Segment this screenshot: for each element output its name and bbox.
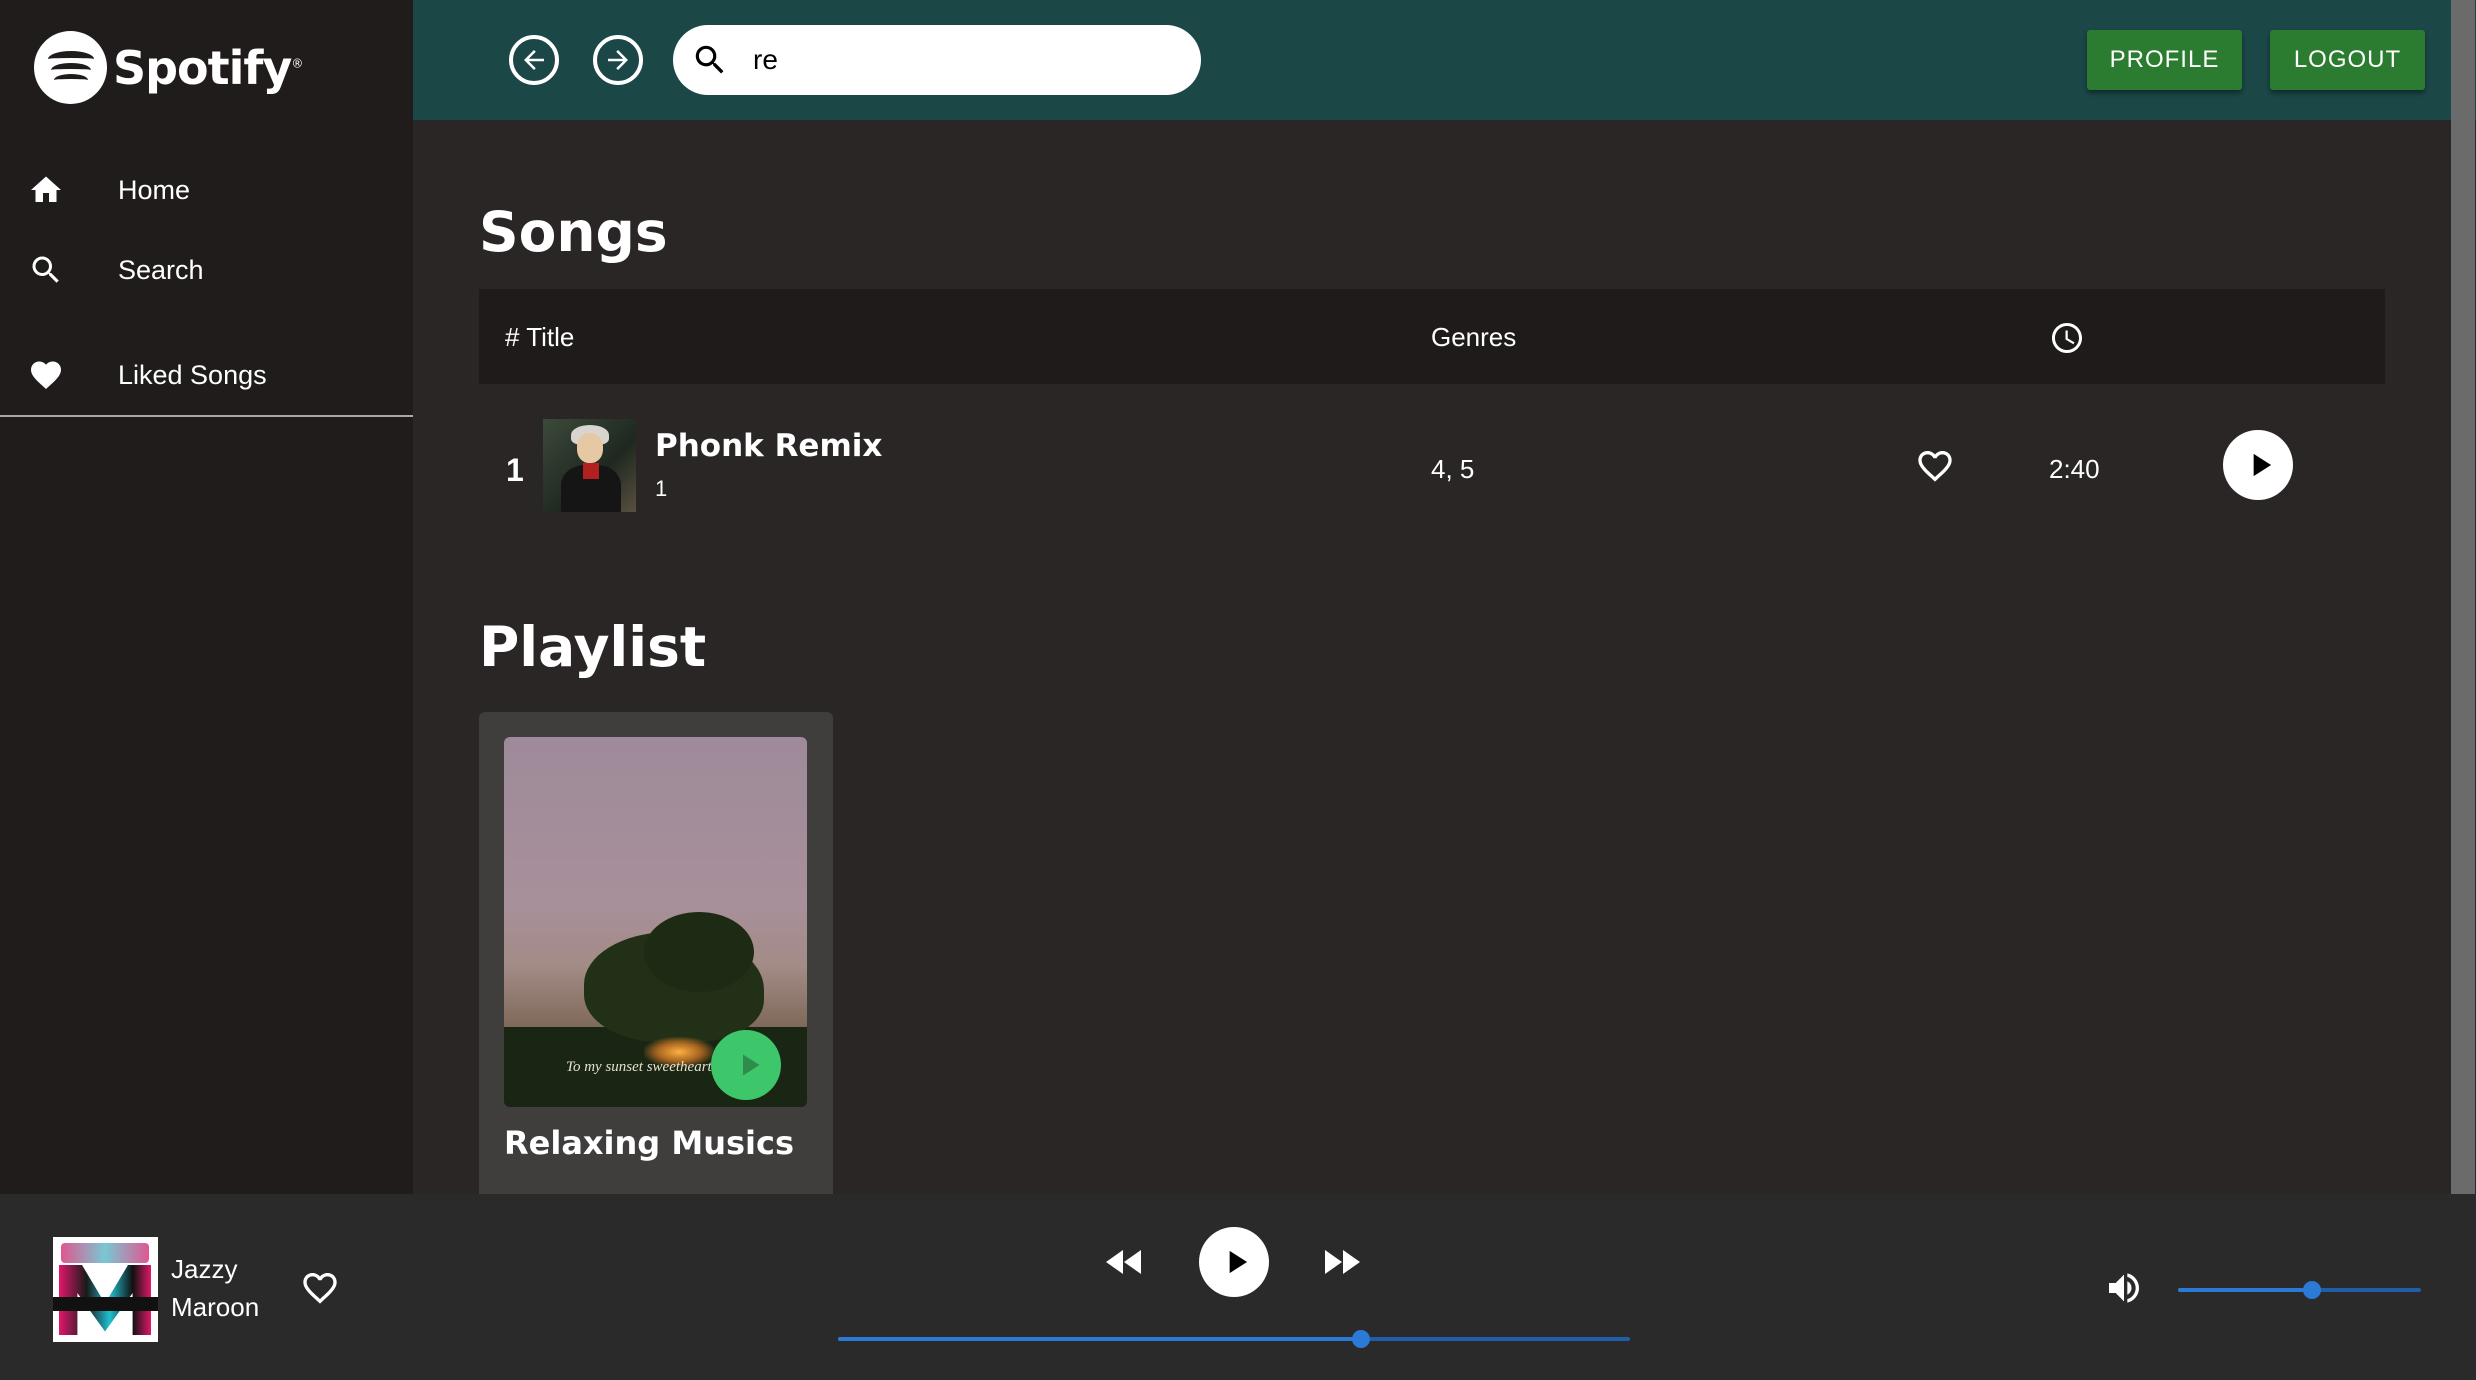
spotify-logo-icon [34,31,107,104]
profile-button[interactable]: PROFILE [2087,30,2242,90]
play-icon [743,1054,760,1076]
sidebar-item-search[interactable]: Search [0,235,413,305]
main-content: Songs # Title Genres 1 Phonk Remix 1 4, … [413,120,2450,1194]
volume-button[interactable] [2104,1268,2144,1308]
search-bar[interactable] [673,25,1201,95]
rewind-icon [1106,1250,1141,1274]
fast-forward-button[interactable] [1313,1238,1369,1286]
arrow-right-icon [608,50,628,70]
top-header: PROFILE LOGOUT [413,0,2476,120]
playlist-cover-caption: To my sunset sweetheart [566,1059,712,1075]
now-playing-artist: Maroon [171,1292,260,1322]
search-icon [695,45,724,74]
logout-button[interactable]: LOGOUT [2270,30,2425,90]
like-song-heart-icon[interactable] [1913,446,1957,486]
volume-fill [2178,1288,2312,1292]
song-title[interactable]: Phonk Remix [655,428,882,464]
progress-thumb[interactable] [1351,1330,1370,1348]
now-playing-title: Jazzy [171,1254,238,1284]
main-play-button[interactable] [1199,1227,1269,1297]
song-subtitle: 1 [655,476,668,501]
sidebar-item-label: Liked Songs [118,359,267,390]
play-icon [1229,1250,1248,1274]
logo-trademark: ® [291,56,303,71]
sidebar-divider [0,415,413,417]
sidebar-item-label: Search [118,254,204,285]
search-input[interactable] [753,44,1173,76]
back-button[interactable] [509,35,559,85]
clock-icon [2052,323,2082,353]
song-number: 1 [506,452,524,488]
sidebar-item-label: Home [118,174,191,205]
song-play-button[interactable] [2223,430,2293,500]
volume-thumb[interactable] [2302,1281,2321,1299]
column-header-genres: Genres [1431,322,1517,352]
playlist-play-button[interactable] [711,1030,781,1100]
progress-fill [838,1337,1361,1341]
sidebar-item-liked-songs[interactable]: Liked Songs [0,340,413,410]
home-icon [31,176,61,202]
volume-icon [2109,1273,2139,1303]
logo-text: Spotify [113,40,292,95]
fast-forward-icon [1325,1250,1360,1274]
playlist-card[interactable]: To my sunset sweetheart Relaxing Musics [479,712,833,1194]
search-icon [32,256,59,283]
song-row[interactable]: 1 Phonk Remix 1 4, 5 2:40 [479,410,2385,520]
now-playing-cover-image [53,1237,158,1342]
song-duration: 2:40 [2049,454,2100,484]
player-bar: Jazzy Maroon [0,1194,2476,1380]
volume-slider[interactable] [2178,1281,2421,1299]
column-header-title: # Title [505,322,575,352]
sidebar: Spotify® Home Search Liked Songs [0,0,413,1194]
playlist-name[interactable]: Relaxing Musics [504,1124,794,1162]
songs-table-header: # Title Genres [479,289,2385,384]
play-icon [2253,453,2272,477]
spotify-logo[interactable]: Spotify® [34,31,303,104]
song-cover-image [543,419,636,512]
sidebar-item-home[interactable]: Home [0,155,413,225]
forward-button[interactable] [593,35,643,85]
songs-section-title: Songs [479,200,668,264]
playlist-cover-image: To my sunset sweetheart [504,737,807,1107]
rewind-button[interactable] [1097,1238,1153,1286]
playlist-section-title: Playlist [479,615,707,679]
progress-slider[interactable] [838,1330,1630,1348]
song-genres: 4, 5 [1431,454,1475,484]
heart-icon [31,361,61,390]
like-now-playing-heart-icon[interactable] [298,1268,342,1308]
scrollbar-thumb[interactable] [2451,0,2475,1194]
arrow-left-icon [524,50,544,70]
